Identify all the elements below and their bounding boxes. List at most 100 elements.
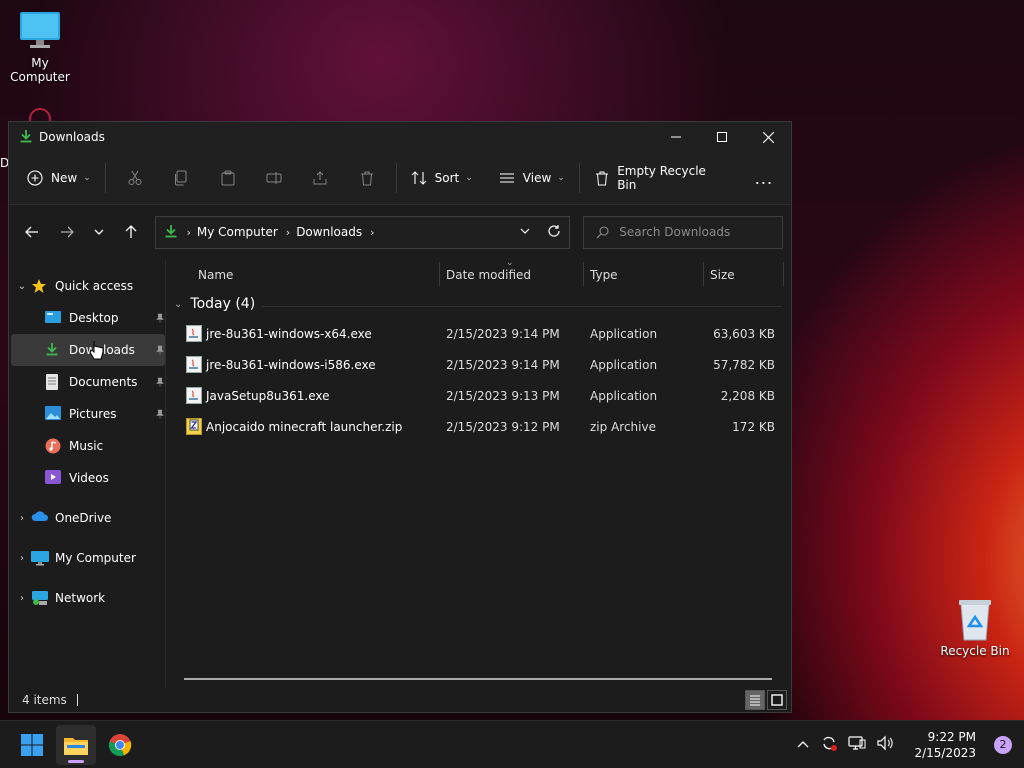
file-size: 172 KB bbox=[732, 420, 775, 434]
sidebar-item-quick-access[interactable]: ⌄ Quick access bbox=[9, 270, 165, 302]
download-icon bbox=[164, 224, 178, 241]
more-options-button[interactable]: ... bbox=[747, 161, 781, 195]
tiles-view-icon bbox=[771, 694, 783, 706]
sidebar-item-documents[interactable]: Documents bbox=[9, 366, 165, 398]
close-button[interactable] bbox=[745, 122, 791, 152]
sidebar-item-videos[interactable]: Videos bbox=[9, 462, 165, 494]
plus-circle-icon bbox=[27, 170, 43, 186]
cut-button[interactable] bbox=[112, 161, 158, 195]
desktop-partial-icon-graphic bbox=[20, 105, 60, 130]
details-view-button[interactable] bbox=[745, 690, 765, 710]
maximize-button[interactable] bbox=[699, 122, 745, 152]
delete-button[interactable] bbox=[343, 161, 389, 195]
clipboard-icon bbox=[221, 170, 235, 186]
share-icon bbox=[313, 171, 327, 185]
file-row[interactable]: jre-8u361-windows-x64.exe 2/15/2023 9:14… bbox=[166, 320, 791, 348]
rename-button[interactable] bbox=[251, 161, 297, 195]
sidebar-item-label: Documents bbox=[69, 375, 138, 389]
share-button[interactable] bbox=[297, 161, 343, 195]
paste-button[interactable] bbox=[204, 161, 250, 195]
chevron-down-icon: ⌄ bbox=[557, 173, 565, 183]
file-row[interactable]: jre-8u361-windows-i586.exe 2/15/2023 9:1… bbox=[166, 351, 791, 379]
sidebar-item-onedrive[interactable]: › OneDrive bbox=[9, 502, 165, 534]
network-status-icon[interactable] bbox=[848, 735, 866, 754]
desktop-icon-my-computer[interactable]: My Computer bbox=[0, 8, 80, 84]
desktop-icon-recycle-bin[interactable]: Recycle Bin bbox=[935, 596, 1015, 658]
taskbar-chrome[interactable] bbox=[100, 725, 140, 765]
java-icon bbox=[186, 325, 202, 342]
address-bar[interactable]: › My Computer › Downloads › bbox=[155, 215, 571, 249]
star-icon bbox=[31, 278, 49, 294]
file-date: 2/15/2023 9:12 PM bbox=[446, 420, 560, 434]
system-tray: 9:22 PM 2/15/2023 2 bbox=[796, 729, 1024, 761]
file-date: 2/15/2023 9:13 PM bbox=[446, 389, 560, 403]
column-header-name[interactable]: Name bbox=[198, 268, 233, 282]
trash-icon bbox=[595, 171, 608, 186]
search-icon bbox=[596, 225, 609, 238]
breadcrumb-my-computer[interactable]: My Computer bbox=[197, 225, 278, 239]
minimize-button[interactable] bbox=[653, 122, 699, 152]
windows-logo-icon bbox=[21, 733, 43, 756]
download-icon bbox=[19, 129, 33, 146]
recent-locations-button[interactable] bbox=[84, 217, 114, 247]
sidebar-item-desktop[interactable]: Desktop bbox=[9, 302, 165, 334]
column-header-size[interactable]: Size bbox=[710, 268, 735, 282]
title-bar[interactable]: Downloads bbox=[9, 122, 791, 152]
column-divider[interactable] bbox=[703, 262, 704, 286]
clock-date: 2/15/2023 bbox=[914, 745, 976, 760]
sidebar-item-my-computer[interactable]: › My Computer bbox=[9, 542, 165, 574]
empty-recycle-bin-button[interactable]: Empty Recycle Bin bbox=[586, 161, 733, 195]
view-button[interactable]: View ⌄ bbox=[491, 161, 573, 195]
chevron-right-icon[interactable]: › bbox=[13, 593, 31, 604]
chevron-right-icon[interactable]: › bbox=[13, 513, 31, 524]
clock[interactable]: 9:22 PM 2/15/2023 bbox=[914, 729, 976, 761]
tiles-view-button[interactable] bbox=[767, 690, 787, 710]
java-icon bbox=[186, 387, 202, 404]
sidebar-item-music[interactable]: Music bbox=[9, 430, 165, 462]
up-button[interactable] bbox=[116, 217, 146, 247]
breadcrumb-separator-icon: › bbox=[285, 225, 291, 239]
sync-icon[interactable] bbox=[820, 734, 838, 755]
breadcrumb-downloads[interactable]: Downloads bbox=[296, 225, 362, 239]
search-input[interactable]: Search Downloads bbox=[583, 215, 783, 249]
view-list-icon bbox=[499, 173, 514, 183]
sidebar-item-downloads[interactable]: Downloads bbox=[11, 334, 165, 366]
file-row[interactable]: Anjocaido minecraft launcher.zip 2/15/20… bbox=[166, 413, 791, 441]
sort-arrows-icon bbox=[411, 171, 427, 185]
back-button[interactable] bbox=[17, 217, 47, 247]
chevron-right-icon[interactable]: › bbox=[13, 553, 31, 564]
toolbar-divider bbox=[395, 163, 397, 193]
pin-icon bbox=[155, 408, 165, 422]
toolbar-divider bbox=[578, 163, 580, 193]
start-button[interactable] bbox=[12, 725, 52, 765]
java-icon bbox=[186, 356, 202, 373]
column-divider[interactable] bbox=[439, 262, 440, 286]
sidebar-item-network[interactable]: › Network bbox=[9, 582, 165, 614]
new-button[interactable]: New ⌄ bbox=[19, 161, 99, 195]
column-divider[interactable] bbox=[783, 262, 784, 286]
chrome-icon bbox=[108, 733, 132, 756]
group-header-today[interactable]: ⌄ Today (4) bbox=[174, 296, 255, 312]
notification-badge[interactable]: 2 bbox=[994, 735, 1012, 754]
column-divider[interactable] bbox=[583, 262, 584, 286]
column-header-type[interactable]: Type bbox=[590, 268, 618, 282]
music-icon bbox=[45, 438, 63, 454]
chevron-down-icon[interactable]: ⌄ bbox=[13, 281, 31, 292]
empty-recycle-bin-label: Empty Recycle Bin bbox=[617, 164, 706, 192]
taskbar-file-explorer[interactable] bbox=[56, 724, 96, 765]
file-row[interactable]: JavaSetup8u361.exe 2/15/2023 9:13 PM App… bbox=[166, 382, 791, 410]
show-hidden-icons-icon[interactable] bbox=[796, 738, 810, 752]
arrow-left-icon bbox=[24, 226, 38, 238]
copy-button[interactable] bbox=[158, 161, 204, 195]
file-type: Application bbox=[590, 358, 658, 372]
sidebar-item-pictures[interactable]: Pictures bbox=[9, 398, 165, 430]
forward-button[interactable] bbox=[53, 217, 83, 247]
horizontal-scrollbar[interactable] bbox=[184, 678, 772, 680]
sort-indicator-icon: ⌄ bbox=[506, 258, 514, 268]
volume-icon[interactable] bbox=[876, 735, 894, 754]
navigation-pane: ⌄ Quick access Desktop Downloads bbox=[9, 260, 166, 688]
refresh-icon[interactable] bbox=[547, 224, 561, 241]
address-dropdown-icon[interactable] bbox=[519, 225, 531, 240]
column-header-date[interactable]: Date modified bbox=[446, 268, 531, 282]
sort-button[interactable]: Sort ⌄ bbox=[403, 161, 481, 195]
